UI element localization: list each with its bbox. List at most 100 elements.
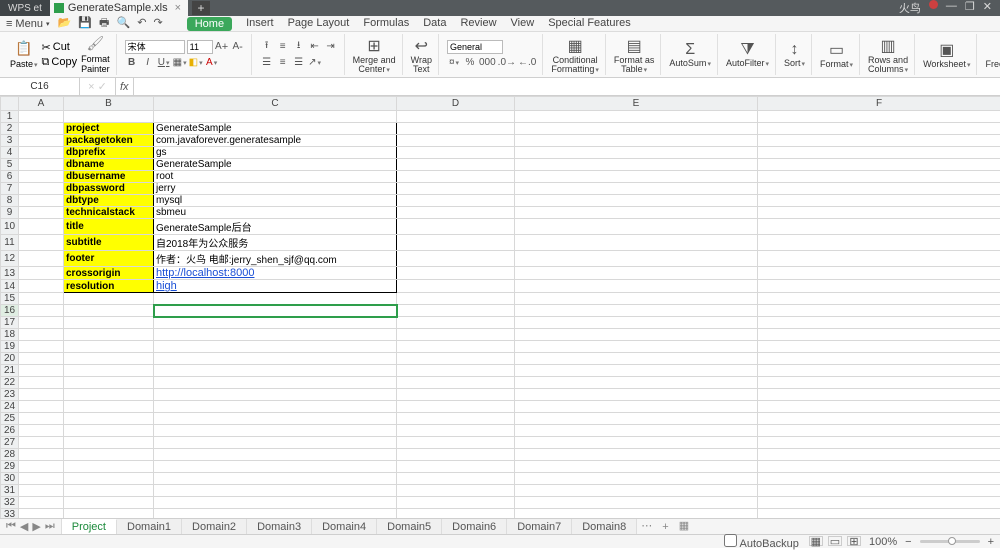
cell[interactable]	[758, 329, 1000, 341]
cell[interactable]	[397, 341, 515, 353]
save-icon[interactable]: 💾	[76, 17, 94, 29]
wrap-text-button[interactable]: ↩ Wrap Text	[405, 34, 439, 75]
cell[interactable]	[397, 147, 515, 159]
cell[interactable]	[758, 317, 1000, 329]
cell[interactable]	[154, 449, 397, 461]
undo-icon[interactable]: ↶	[135, 17, 148, 29]
cell[interactable]	[64, 377, 154, 389]
cell[interactable]	[758, 497, 1000, 509]
cell[interactable]	[758, 461, 1000, 473]
zoom-level[interactable]: 100%	[869, 536, 897, 548]
cell[interactable]	[154, 401, 397, 413]
cell[interactable]	[758, 401, 1000, 413]
row-header[interactable]: 7	[1, 183, 19, 195]
zoom-out-button[interactable]: −	[905, 536, 911, 548]
cell[interactable]	[154, 473, 397, 485]
cell[interactable]	[397, 267, 515, 280]
border-button[interactable]: ▦	[173, 56, 187, 70]
row-header[interactable]: 24	[1, 401, 19, 413]
cell[interactable]: mysql	[154, 195, 397, 207]
row-header[interactable]: 10	[1, 219, 19, 235]
cell[interactable]	[154, 437, 397, 449]
zoom-slider[interactable]	[920, 540, 980, 543]
sheet-nav-first-icon[interactable]: ⏮	[6, 520, 16, 533]
cell[interactable]	[758, 509, 1000, 519]
link-cell[interactable]: high	[156, 280, 177, 292]
row-header[interactable]: 20	[1, 353, 19, 365]
col-header-e[interactable]: E	[515, 97, 758, 111]
row-header[interactable]: 8	[1, 195, 19, 207]
page-break-view-icon[interactable]: ⊞	[847, 536, 861, 546]
align-left-icon[interactable]: ☰	[260, 56, 274, 70]
zoom-knob[interactable]	[948, 537, 956, 545]
tab-view[interactable]: View	[511, 17, 535, 31]
cell[interactable]: subtitle	[64, 235, 154, 251]
row-header[interactable]: 29	[1, 461, 19, 473]
cell[interactable]	[64, 317, 154, 329]
cell[interactable]	[397, 305, 515, 317]
cell[interactable]: GenerateSample	[154, 123, 397, 135]
cell[interactable]	[397, 183, 515, 195]
cell[interactable]	[64, 401, 154, 413]
cell[interactable]	[758, 123, 1000, 135]
cell[interactable]	[515, 401, 758, 413]
cell[interactable]	[397, 293, 515, 305]
cell[interactable]	[19, 365, 64, 377]
cell[interactable]	[397, 509, 515, 519]
spreadsheet-grid[interactable]: A B C D E F 12projectGenerateSample3pack…	[0, 96, 1000, 518]
sort-button[interactable]: ↕ Sort	[778, 34, 812, 75]
row-header[interactable]: 33	[1, 509, 19, 519]
cell[interactable]	[758, 280, 1000, 293]
cell[interactable]	[515, 377, 758, 389]
cell[interactable]	[515, 171, 758, 183]
cell[interactable]	[19, 509, 64, 519]
cell[interactable]	[758, 485, 1000, 497]
cell[interactable]	[19, 449, 64, 461]
align-bottom-icon[interactable]: ⭳	[292, 40, 306, 54]
cell[interactable]	[19, 267, 64, 280]
cell[interactable]	[154, 111, 397, 123]
cell[interactable]	[758, 235, 1000, 251]
confirm-formula-icon[interactable]: ✓	[98, 80, 107, 93]
number-format-selector[interactable]	[447, 40, 503, 54]
tab-insert[interactable]: Insert	[246, 17, 274, 31]
print-icon[interactable]: 🖶	[97, 17, 111, 29]
cell[interactable]	[154, 317, 397, 329]
cell[interactable]	[758, 425, 1000, 437]
cell[interactable]	[515, 425, 758, 437]
cell[interactable]	[515, 485, 758, 497]
cell[interactable]: com.javaforever.generatesample	[154, 135, 397, 147]
cell[interactable]	[515, 473, 758, 485]
cell[interactable]	[154, 293, 397, 305]
sheet-nav-prev-icon[interactable]: ◀	[20, 520, 28, 533]
cell[interactable]	[758, 135, 1000, 147]
cell[interactable]	[397, 251, 515, 267]
cell[interactable]	[64, 461, 154, 473]
cell[interactable]	[397, 219, 515, 235]
sheet-tab[interactable]: Domain6	[442, 519, 507, 534]
select-all-corner[interactable]	[1, 97, 19, 111]
cell[interactable]: technicalstack	[64, 207, 154, 219]
cell[interactable]	[515, 497, 758, 509]
row-header[interactable]: 31	[1, 485, 19, 497]
cut-button[interactable]: ✂ Cut	[42, 41, 78, 54]
cell[interactable]	[19, 377, 64, 389]
cell[interactable]	[154, 365, 397, 377]
cell[interactable]	[758, 473, 1000, 485]
cell[interactable]	[64, 365, 154, 377]
worksheet-button[interactable]: ▣ Worksheet	[917, 34, 977, 75]
cell[interactable]	[19, 147, 64, 159]
cell[interactable]	[397, 123, 515, 135]
cell[interactable]	[154, 485, 397, 497]
decrease-indent-icon[interactable]: ⇤	[308, 40, 322, 54]
format-button[interactable]: ▭ Format	[814, 34, 860, 75]
row-header[interactable]: 3	[1, 135, 19, 147]
cell[interactable]	[19, 341, 64, 353]
cell[interactable]	[64, 353, 154, 365]
comma-icon[interactable]: 000	[479, 56, 496, 70]
cell[interactable]	[154, 377, 397, 389]
cell[interactable]	[758, 219, 1000, 235]
sheet-tab[interactable]: Domain5	[377, 519, 442, 534]
cell[interactable]: jerry	[154, 183, 397, 195]
tab-home[interactable]: Home	[187, 17, 232, 31]
